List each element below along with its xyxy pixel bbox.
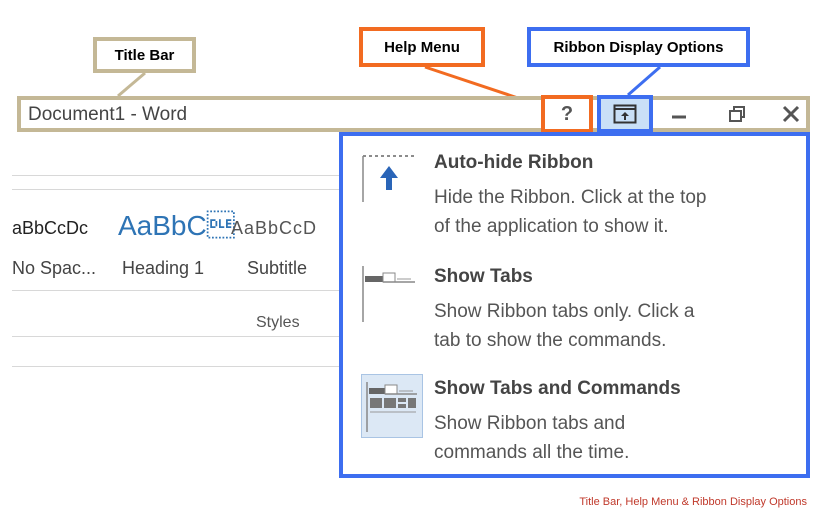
close-icon — [782, 105, 800, 123]
style-name-no-spacing: No Spac... — [12, 258, 97, 278]
minimize-button[interactable] — [661, 99, 697, 129]
help-button[interactable]: ? — [541, 95, 593, 133]
menu-item-title: Show Tabs — [434, 266, 533, 287]
ribbon-display-options-button[interactable] — [597, 95, 653, 133]
styles-group-label: Styles — [256, 314, 300, 331]
ribbon-divider — [12, 175, 339, 176]
ribbon-divider — [12, 189, 339, 190]
title-bar-callout: Title Bar — [93, 37, 196, 73]
minimize-icon — [672, 115, 686, 119]
ribbon-display-options-icon — [613, 104, 637, 124]
menu-item-description: Show Ribbon tabs and commands all the ti… — [434, 409, 794, 467]
restore-button[interactable] — [719, 99, 755, 129]
style-sample-no-spacing[interactable]: aBbCcDc — [12, 218, 88, 239]
menu-item-desc-line: Show Ribbon tabs only. Click a — [434, 301, 695, 322]
ribbon-display-options-callout: Ribbon Display Options — [527, 27, 750, 67]
ribbon-divider — [12, 336, 339, 337]
menu-item-show-tabs-and-commands[interactable]: Show Tabs and Commands Show Ribbon tabs … — [343, 372, 806, 482]
menu-item-desc-line: Show Ribbon tabs and — [434, 413, 626, 434]
help-menu-callout-label: Help Menu — [384, 38, 460, 56]
document-title: Document1 - Word — [28, 104, 188, 125]
ribbon-display-options-menu: Auto-hide Ribbon Hide the Ribbon. Click … — [339, 132, 810, 478]
ribbon-display-options-callout-label: Ribbon Display Options — [553, 38, 724, 56]
style-name-heading-1: Heading 1 — [122, 258, 205, 278]
restore-icon — [729, 106, 745, 122]
auto-hide-icon — [362, 155, 415, 202]
show-tabs-commands-icon — [361, 374, 423, 438]
menu-item-desc-line: tab to show the commands. — [434, 330, 667, 351]
menu-item-desc-line: of the application to show it. — [434, 216, 669, 237]
ribbon-divider — [12, 366, 339, 367]
menu-item-description: Show Ribbon tabs only. Click a tab to sh… — [434, 297, 794, 355]
menu-item-show-tabs[interactable]: Show Tabs Show Ribbon tabs only. Click a… — [343, 260, 806, 370]
show-tabs-icon — [362, 266, 415, 322]
menu-item-auto-hide-ribbon[interactable]: Auto-hide Ribbon Hide the Ribbon. Click … — [343, 146, 806, 256]
help-icon: ? — [560, 102, 574, 125]
menu-item-title: Auto-hide Ribbon — [434, 152, 594, 173]
menu-item-description: Hide the Ribbon. Click at the top of the… — [434, 183, 794, 241]
menu-item-desc-line: commands all the time. — [434, 442, 630, 463]
close-button[interactable] — [773, 99, 809, 129]
figure-caption: Title Bar, Help Menu & Ribbon Display Op… — [579, 496, 807, 508]
menu-item-desc-line: Hide the Ribbon. Click at the top — [434, 187, 707, 208]
style-name-subtitle: Subtitle — [247, 258, 308, 278]
style-sample-subtitle[interactable]: AaBbCcD — [231, 218, 317, 239]
help-menu-callout: Help Menu — [359, 27, 485, 67]
title-bar-callout-label: Title Bar — [114, 46, 175, 64]
menu-item-title: Show Tabs and Commands — [434, 378, 681, 399]
style-sample-heading-1[interactable]: AaBbC — [118, 210, 235, 242]
ribbon-divider — [12, 290, 339, 291]
